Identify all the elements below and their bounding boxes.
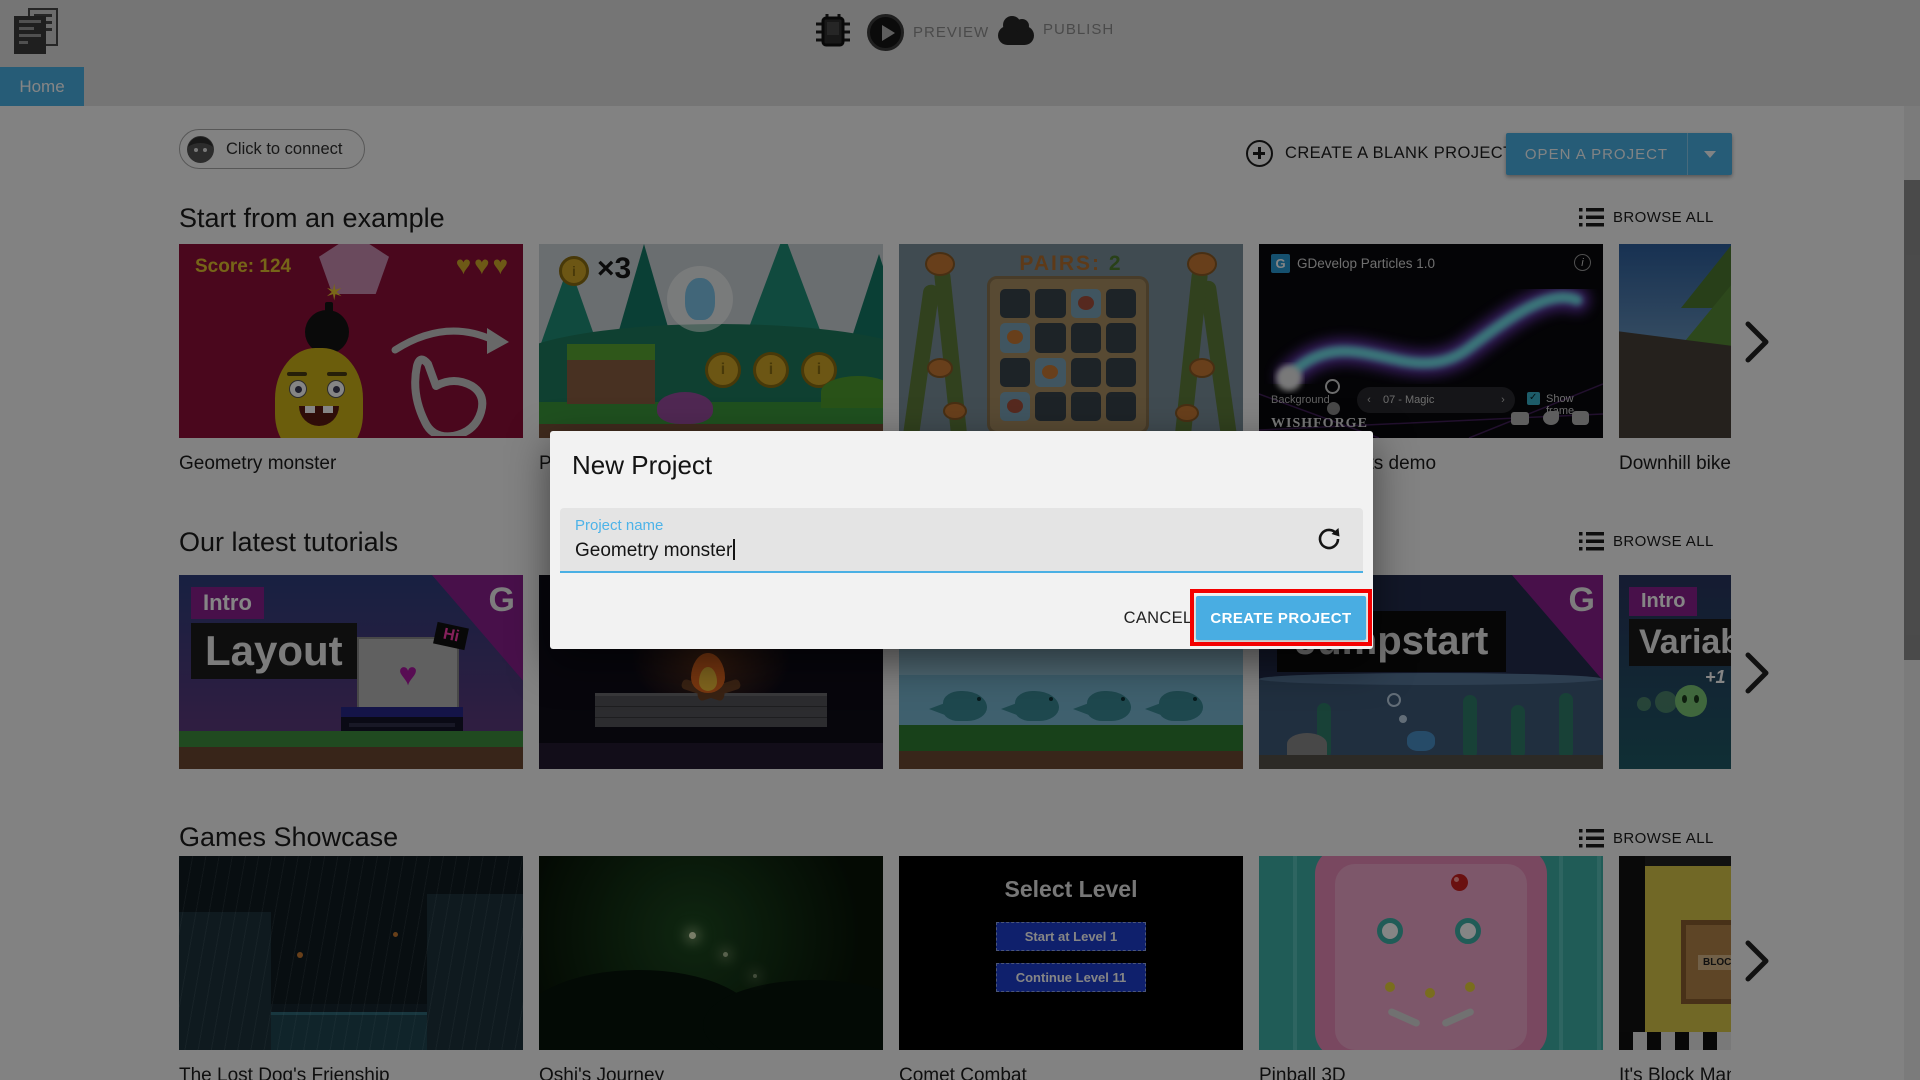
- dialog-title: New Project: [572, 450, 713, 480]
- project-name-field[interactable]: Project name Geometry monster: [560, 508, 1363, 573]
- project-name-value: Geometry monster: [575, 539, 735, 562]
- cancel-button[interactable]: CANCEL: [1120, 606, 1196, 630]
- project-name-text: Geometry monster: [575, 540, 733, 561]
- annotation-highlight-box: [1190, 589, 1372, 646]
- project-name-label: Project name: [575, 517, 664, 534]
- refresh-icon[interactable]: [1315, 525, 1343, 553]
- text-cursor: [733, 539, 735, 560]
